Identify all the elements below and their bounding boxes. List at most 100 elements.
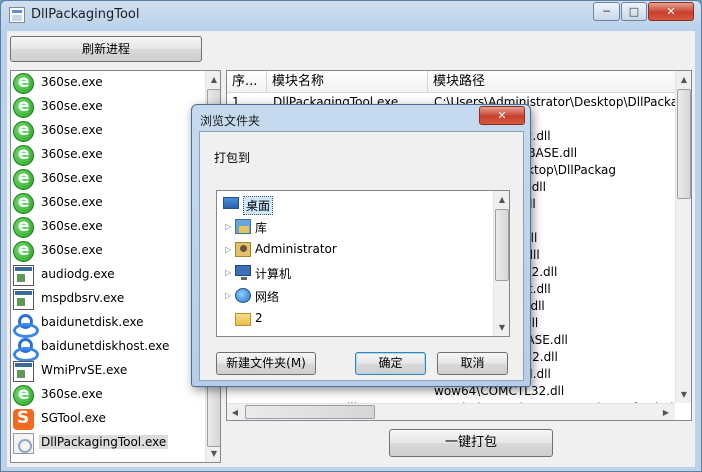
system-exe-icon <box>13 289 34 310</box>
module-table-header: 序... 模块名称 模块路径 <box>227 71 675 93</box>
process-name: SGTool.exe <box>41 411 106 425</box>
process-list-item[interactable]: WmiPrvSE.exe <box>11 359 206 383</box>
tree-node[interactable]: ▷ 网络 <box>217 285 493 307</box>
dialog-body: 打包到 ▲ ▼ 桌面 ▷ 库 ▷ Administrator ▷ 计算机 ▷ 网络 2 新建文件夹… <box>199 131 524 381</box>
dialog-title: 浏览文件夹 <box>200 114 261 128</box>
column-header-module-path[interactable]: 模块路径 <box>428 71 676 93</box>
360se-icon <box>13 240 34 262</box>
scroll-down-arrow-icon[interactable]: ▼ <box>494 319 509 336</box>
process-list-item[interactable]: 360se.exe <box>11 143 206 167</box>
cancel-button[interactable]: 取消 <box>437 352 508 375</box>
tree-node[interactable]: ▷ Administrator <box>217 239 493 261</box>
process-name: 360se.exe <box>41 75 103 89</box>
expand-arrow-icon[interactable]: ▷ <box>225 222 233 232</box>
computer-icon <box>235 265 251 280</box>
process-list-item[interactable]: baidunetdiskhost.exe <box>11 335 206 362</box>
network-icon <box>235 288 251 303</box>
new-folder-button[interactable]: 新建文件夹(M) <box>216 352 316 375</box>
process-name: mspdbsrv.exe <box>41 291 125 305</box>
one-click-pack-button[interactable]: 一键打包 <box>389 429 553 457</box>
scroll-up-arrow-icon[interactable]: ▲ <box>206 71 220 88</box>
system-exe-icon <box>13 361 34 382</box>
tree-node[interactable]: 桌面 <box>217 193 493 215</box>
process-name: audiodg.exe <box>41 267 115 281</box>
column-header-module-name[interactable]: 模块名称 <box>267 71 428 93</box>
scroll-left-arrow-icon[interactable]: ◀ <box>227 404 243 420</box>
process-list-item[interactable]: 360se.exe <box>11 239 206 263</box>
tree-node[interactable]: ▷ 库 <box>217 216 493 238</box>
scroll-down-arrow-icon[interactable]: ▼ <box>676 386 691 403</box>
360se-icon <box>13 384 34 406</box>
process-list-item[interactable]: 360se.exe <box>11 215 206 239</box>
process-list[interactable]: ▲ ▼ 360se.exe 360se.exe 360se.exe 360se.exe… <box>10 70 221 463</box>
process-list-item[interactable]: mspdbsrv.exe <box>11 287 206 311</box>
tree-node-label: Administrator <box>255 242 337 256</box>
360se-icon <box>13 72 34 94</box>
folder-tree[interactable]: ▲ ▼ 桌面 ▷ 库 ▷ Administrator ▷ 计算机 ▷ 网络 2 <box>216 190 510 337</box>
module-table-vscrollbar[interactable]: ▲ ▼ <box>675 71 691 403</box>
process-list-item[interactable]: 360se.exe <box>11 95 206 119</box>
scroll-right-arrow-icon[interactable]: ▶ <box>658 404 674 420</box>
expand-arrow-icon[interactable]: ▷ <box>225 291 233 301</box>
process-list-item[interactable]: 360se.exe <box>11 119 206 143</box>
process-name: 360se.exe <box>41 99 103 113</box>
app-icon <box>9 7 25 23</box>
scroll-thumb[interactable] <box>245 405 375 419</box>
folder-tree-scrollbar[interactable]: ▲ ▼ <box>493 191 509 336</box>
process-list-item[interactable]: 360se.exe <box>11 383 206 407</box>
process-list-item[interactable]: 360se.exe <box>11 71 206 95</box>
library-icon <box>235 219 251 234</box>
tree-node-label: 计算机 <box>255 267 292 281</box>
process-name: baidunetdiskhost.exe <box>41 339 170 353</box>
sogou-icon <box>13 408 34 430</box>
process-name: 360se.exe <box>41 195 103 209</box>
360se-icon <box>13 168 34 190</box>
column-header-index[interactable]: 序... <box>227 71 267 93</box>
baidu-icon <box>13 313 39 338</box>
browse-folder-dialog: 浏览文件夹 ✕ 打包到 ▲ ▼ 桌面 ▷ 库 ▷ Administrator ▷ 计算机 ▷ 网… <box>191 104 531 387</box>
tree-node-label: 网络 <box>255 290 280 304</box>
close-button[interactable]: ✕ <box>648 2 694 21</box>
process-name: 360se.exe <box>41 387 103 401</box>
tree-node-label: 2 <box>255 311 263 325</box>
ok-button[interactable]: 确定 <box>355 352 426 375</box>
process-list-item[interactable]: DllPackagingTool.exe <box>11 431 206 455</box>
expand-arrow-icon[interactable]: ▷ <box>225 245 233 255</box>
window-title: DllPackagingTool <box>31 7 140 22</box>
minimize-button[interactable]: ─ <box>593 2 620 21</box>
tree-node-label: 桌面 <box>243 196 274 215</box>
tree-node[interactable]: 2 <box>217 308 493 330</box>
process-name: 360se.exe <box>41 243 103 257</box>
process-name: DllPackagingTool.exe <box>39 435 169 449</box>
scroll-down-arrow-icon[interactable]: ▼ <box>206 445 220 462</box>
scroll-up-arrow-icon[interactable]: ▲ <box>676 71 691 88</box>
process-list-item[interactable]: 360se.exe <box>11 191 206 215</box>
user-folder-icon <box>235 242 251 257</box>
360se-icon <box>13 120 34 142</box>
scroll-thumb[interactable] <box>495 209 509 281</box>
folder-icon <box>235 313 251 326</box>
360se-icon <box>13 96 34 118</box>
module-table-hscrollbar[interactable]: ◀ ▶ <box>227 403 675 420</box>
process-list-item[interactable]: 360se.exe <box>11 167 206 191</box>
baidu-icon <box>13 337 39 362</box>
process-list-item[interactable]: SGTool.exe <box>11 407 206 431</box>
process-name: 360se.exe <box>41 219 103 233</box>
dialog-close-button[interactable]: ✕ <box>479 106 525 125</box>
expand-arrow-icon[interactable]: ▷ <box>225 268 233 278</box>
process-name: WmiPrvSE.exe <box>41 363 128 377</box>
process-list-item[interactable]: baidunetdisk.exe <box>11 311 206 338</box>
dll-icon <box>13 433 34 454</box>
scroll-up-arrow-icon[interactable]: ▲ <box>494 191 509 208</box>
title-bar[interactable]: DllPackagingTool ─ □ ✕ <box>1 1 701 29</box>
process-list-item[interactable]: audiodg.exe <box>11 263 206 287</box>
360se-icon <box>13 216 34 238</box>
process-name: 360se.exe <box>41 147 103 161</box>
maximize-button[interactable]: □ <box>621 2 647 21</box>
tree-node[interactable]: ▷ 计算机 <box>217 262 493 284</box>
refresh-processes-button[interactable]: 刷新进程 <box>10 36 202 62</box>
dialog-prompt: 打包到 <box>214 151 251 165</box>
process-name: 360se.exe <box>41 123 103 137</box>
scroll-thumb[interactable] <box>677 89 691 199</box>
process-name: baidunetdisk.exe <box>41 315 144 329</box>
